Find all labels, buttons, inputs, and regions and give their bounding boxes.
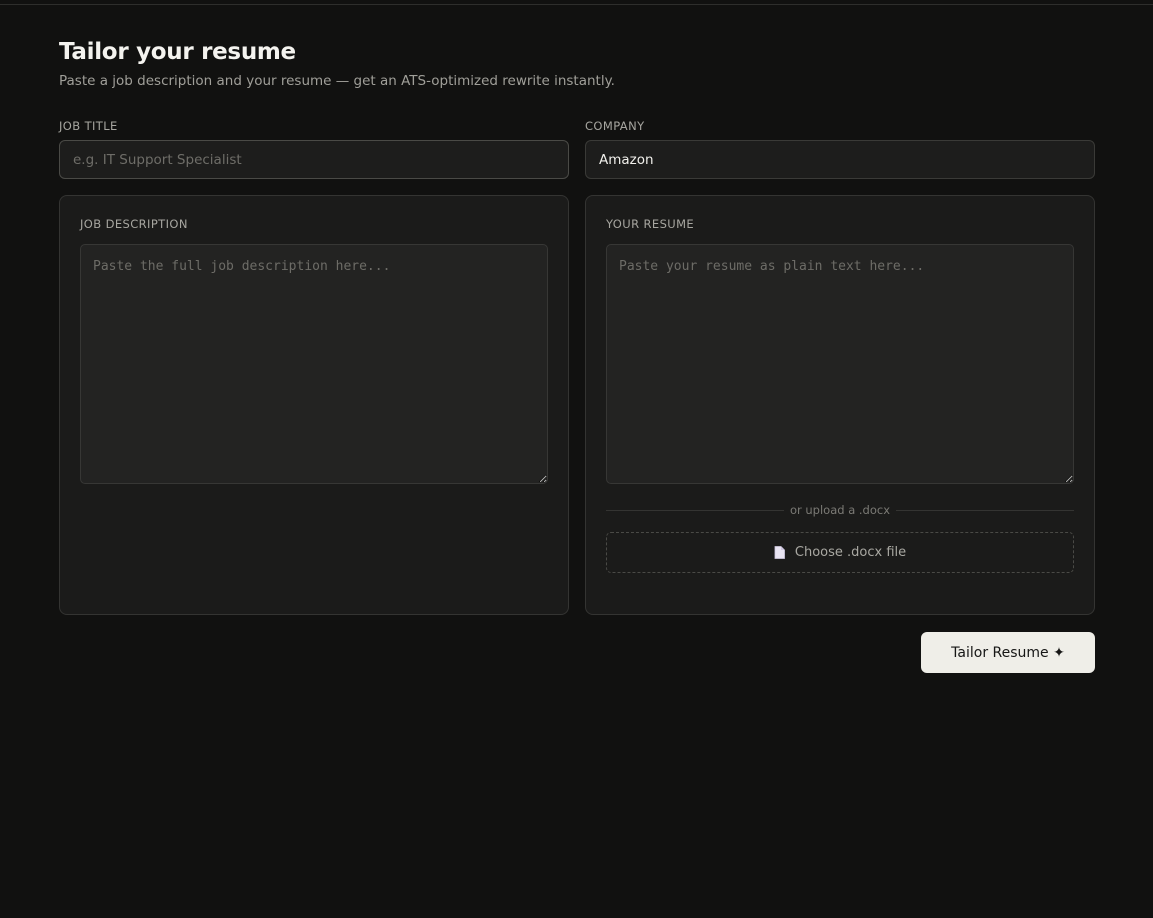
job-title-label: JOB TITLE (59, 119, 118, 133)
choose-docx-label: Choose .docx file (794, 545, 907, 560)
company-label: COMPANY (585, 119, 645, 133)
document-icon (774, 546, 785, 559)
window-top-bar (0, 0, 1153, 5)
job-description-textarea[interactable] (80, 244, 548, 484)
job-description-label: JOB DESCRIPTION (80, 217, 188, 231)
job-description-panel: JOB DESCRIPTION (59, 195, 569, 615)
page-subtitle: Paste a job description and your resume … (59, 73, 615, 89)
divider-line-right (896, 510, 1074, 511)
resume-label: YOUR RESUME (606, 217, 695, 231)
resume-textarea[interactable] (606, 244, 1074, 484)
choose-docx-button[interactable]: Choose .docx file (606, 532, 1074, 573)
company-input[interactable] (585, 140, 1095, 179)
resume-panel: YOUR RESUME or upload a .docx Choose .do… (585, 195, 1095, 615)
tailor-resume-button[interactable]: Tailor Resume ✦ (921, 632, 1095, 673)
upload-divider: or upload a .docx (606, 502, 1074, 518)
job-title-input[interactable] (59, 140, 569, 179)
page-title: Tailor your resume (59, 39, 296, 65)
